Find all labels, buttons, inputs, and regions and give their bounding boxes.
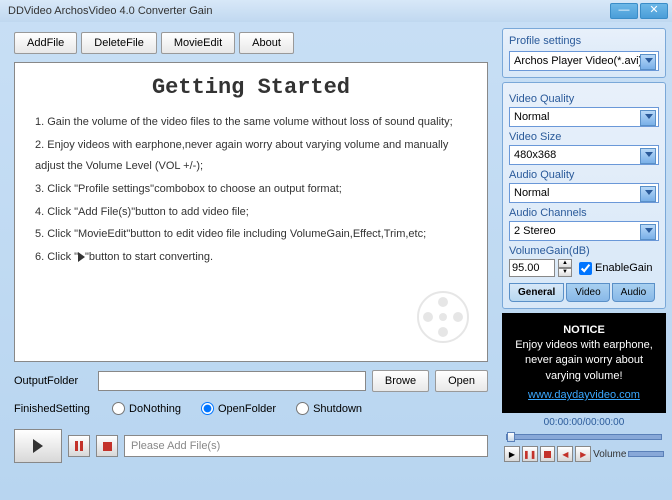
video-quality-label: Video Quality [509, 93, 659, 105]
seek-slider[interactable] [506, 434, 662, 440]
player-next-button[interactable]: ▶ [575, 446, 591, 462]
video-quality-combo[interactable]: Normal [509, 107, 659, 127]
volume-label: Volume [593, 449, 626, 460]
getting-started-panel: Getting Started Gain the volume of the v… [14, 62, 488, 362]
do-nothing-radio[interactable]: DoNothing [112, 402, 181, 415]
chevron-down-icon [645, 228, 653, 233]
audio-channels-combo[interactable]: 2 Stereo [509, 221, 659, 241]
gain-up-button[interactable]: ▲ [558, 259, 572, 268]
profile-format-combo[interactable]: Archos Player Video(*.avi) [509, 51, 659, 71]
player-play-button[interactable]: ▶ [504, 446, 520, 462]
stop-icon [103, 442, 112, 451]
player-prev-button[interactable]: ◀ [557, 446, 573, 462]
player-stop-button[interactable] [540, 446, 556, 462]
delete-file-button[interactable]: DeleteFile [81, 32, 157, 54]
about-button[interactable]: About [239, 32, 294, 54]
volume-gain-input[interactable] [509, 259, 555, 277]
chevron-down-icon [645, 58, 653, 63]
window-title: DDVideo ArchosVideo 4.0 Converter Gain [4, 5, 608, 17]
list-item: Click ""button to start converting. [35, 247, 473, 268]
volume-slider[interactable] [628, 451, 664, 457]
play-icon [33, 439, 43, 453]
list-item: Click "MovieEdit"button to edit video fi… [35, 224, 473, 245]
chevron-down-icon [645, 114, 653, 119]
tab-video[interactable]: Video [566, 283, 609, 302]
browse-button[interactable]: Browe [372, 370, 429, 392]
start-convert-button[interactable] [14, 429, 62, 463]
notice-line: Enjoy videos with earphone, [510, 338, 658, 353]
timecode-display: 00:00:00/00:00:00 [502, 413, 666, 432]
getting-started-list: Gain the volume of the video files to th… [29, 112, 473, 268]
list-item: Gain the volume of the video files to th… [35, 112, 473, 133]
notice-line: never again worry about [510, 353, 658, 368]
output-folder-input[interactable] [98, 371, 366, 391]
tab-general[interactable]: General [509, 283, 564, 302]
list-item: Click "Profile settings"combobox to choo… [35, 179, 473, 200]
stop-button[interactable] [96, 435, 118, 457]
tab-audio[interactable]: Audio [612, 283, 656, 302]
add-file-button[interactable]: AddFile [14, 32, 77, 54]
profile-settings-label: Profile settings [509, 35, 659, 47]
output-folder-label: OutputFolder [14, 375, 92, 387]
video-size-combo[interactable]: 480x368 [509, 145, 659, 165]
film-reel-icon [413, 287, 473, 347]
notice-panel: NOTICE Enjoy videos with earphone, never… [502, 313, 666, 413]
open-folder-radio[interactable]: OpenFolder [201, 402, 276, 415]
close-button[interactable]: ✕ [640, 3, 668, 19]
audio-quality-label: Audio Quality [509, 169, 659, 181]
notice-line: varying volume! [510, 369, 658, 384]
notice-link[interactable]: www.daydayvideo.com [510, 388, 658, 403]
movie-edit-button[interactable]: MovieEdit [161, 32, 235, 54]
minimize-button[interactable]: — [610, 3, 638, 19]
finished-setting-label: FinishedSetting [14, 403, 92, 415]
player-pause-button[interactable]: ❚❚ [522, 446, 538, 462]
chevron-down-icon [645, 190, 653, 195]
list-item: Enjoy videos with earphone,never again w… [35, 135, 473, 177]
pause-icon [75, 441, 83, 451]
shutdown-radio[interactable]: Shutdown [296, 402, 362, 415]
video-size-label: Video Size [509, 131, 659, 143]
slider-thumb[interactable] [507, 432, 515, 442]
chevron-down-icon [645, 152, 653, 157]
getting-started-title: Getting Started [29, 75, 473, 100]
enable-gain-checkbox[interactable]: EnableGain [579, 262, 653, 275]
volume-gain-label: VolumeGain(dB) [509, 245, 659, 257]
gain-down-button[interactable]: ▼ [558, 268, 572, 277]
status-text: Please Add File(s) [124, 435, 488, 457]
notice-title: NOTICE [510, 323, 658, 338]
audio-channels-label: Audio Channels [509, 207, 659, 219]
list-item: Click "Add File(s)"button to add video f… [35, 202, 473, 223]
open-button[interactable]: Open [435, 370, 488, 392]
pause-button[interactable] [68, 435, 90, 457]
audio-quality-combo[interactable]: Normal [509, 183, 659, 203]
play-icon [78, 252, 85, 262]
